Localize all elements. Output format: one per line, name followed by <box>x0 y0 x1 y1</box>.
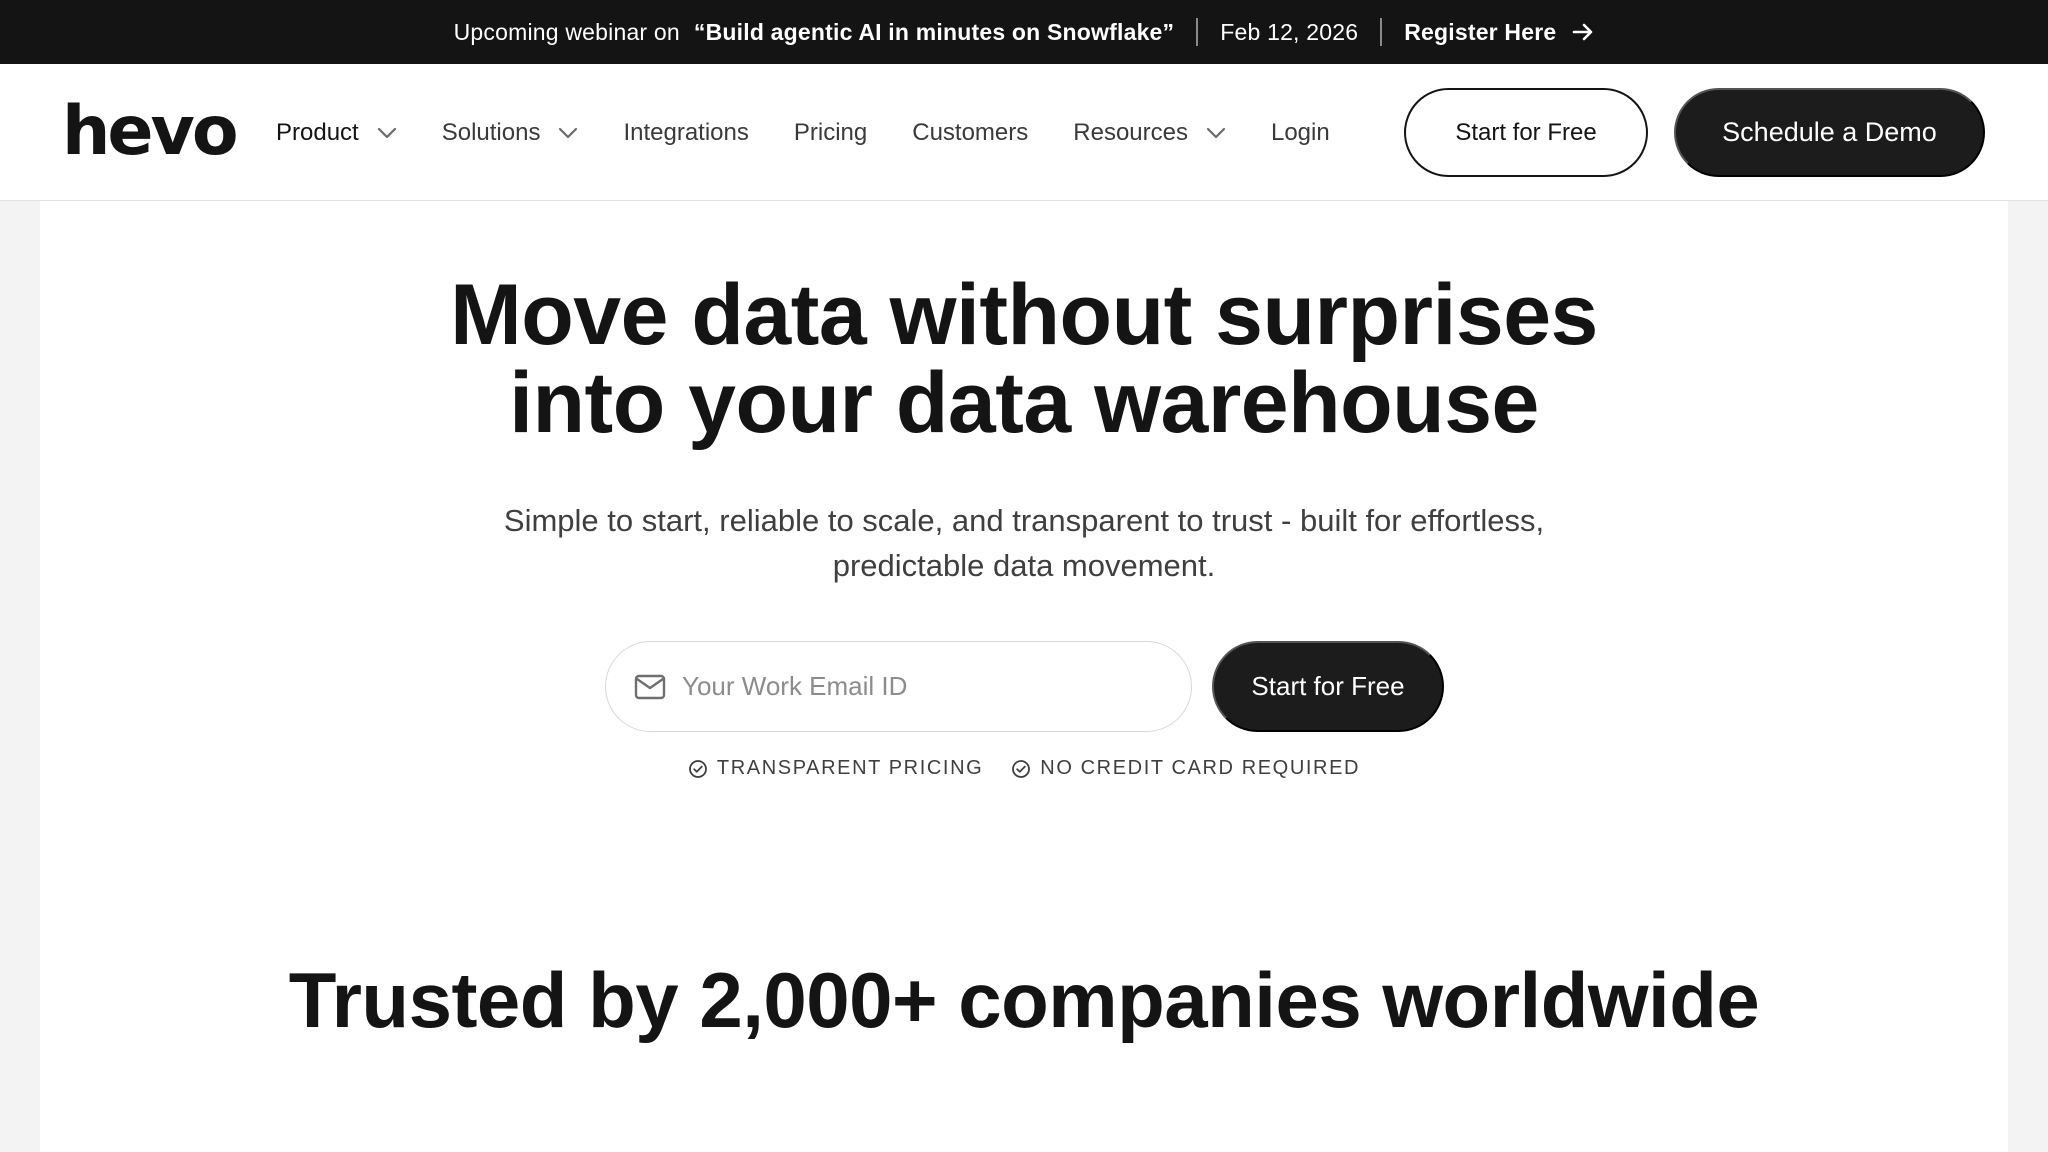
main-nav: Product Solutions Integrations Pricing C… <box>276 64 1375 201</box>
chevron-down-icon <box>558 127 578 139</box>
nav-item-label: Resources <box>1073 118 1188 146</box>
register-here-link[interactable]: Register Here <box>1404 19 1594 46</box>
announcement-bar: Upcoming webinar on “Build agentic AI in… <box>0 0 2048 64</box>
announcement-lead: Upcoming webinar on <box>453 18 680 45</box>
hero-title: Move data without surprises into your da… <box>40 271 2008 447</box>
nav-item-pricing[interactable]: Pricing <box>794 119 867 147</box>
announcement-webinar-title[interactable]: “Build agentic AI in minutes on Snowflak… <box>694 19 1174 46</box>
arrow-right-icon <box>1573 23 1593 41</box>
hevo-logo[interactable]: hevo <box>62 98 239 166</box>
mail-icon <box>634 674 666 700</box>
badge-label: TRANSPARENT PRICING <box>716 757 984 779</box>
hero-title-line-2: into your data warehouse <box>509 355 1539 451</box>
announcement-date: Feb 12, 2026 <box>1220 18 1359 45</box>
check-circle-icon <box>689 759 707 778</box>
divider <box>1380 18 1383 46</box>
chevron-down-icon <box>1206 127 1226 139</box>
work-email-input[interactable] <box>682 671 1162 702</box>
nav-item-login[interactable]: Login <box>1271 119 1330 147</box>
badge-transparent-pricing: TRANSPARENT PRICING <box>688 757 983 780</box>
nav-item-label: Solutions <box>441 118 541 146</box>
nav-item-label: Integrations <box>623 118 749 146</box>
nav-item-customers[interactable]: Customers <box>912 119 1028 147</box>
nav-item-label: Pricing <box>793 118 868 146</box>
header-start-free-button[interactable]: Start for Free <box>1404 88 1648 177</box>
nav-item-integrations[interactable]: Integrations <box>623 119 748 147</box>
nav-item-product[interactable]: Product <box>276 119 397 147</box>
nav-item-resources[interactable]: Resources <box>1073 119 1226 147</box>
hero-subtitle-line-2: predictable data movement. <box>832 548 1216 583</box>
check-circle-icon <box>1012 759 1031 778</box>
badge-no-credit-card: NO CREDIT CARD REQUIRED <box>1011 757 1360 780</box>
work-email-field[interactable] <box>605 641 1192 732</box>
nav-item-label: Login <box>1270 118 1330 146</box>
hero-subtitle: Simple to start, reliable to scale, and … <box>40 498 2008 588</box>
hero-subtitle-line-1: Simple to start, reliable to scale, and … <box>503 503 1545 538</box>
trusted-by-heading: Trusted by 2,000+ companies worldwide <box>288 956 1760 1044</box>
site-header: hevo Product Solutions Integrations Pric… <box>0 64 2048 201</box>
schedule-demo-button[interactable]: Schedule a Demo <box>1674 88 1985 177</box>
register-here-label: Register Here <box>1404 18 1557 45</box>
nav-item-solutions[interactable]: Solutions <box>442 119 579 147</box>
chevron-down-icon <box>377 127 397 139</box>
badge-label: NO CREDIT CARD REQUIRED <box>1040 757 1361 779</box>
nav-item-label: Customers <box>912 118 1029 146</box>
hero-title-line-1: Move data without surprises <box>450 267 1598 363</box>
hero-start-free-button[interactable]: Start for Free <box>1212 641 1444 732</box>
nav-item-label: Product <box>276 118 359 146</box>
divider <box>1196 18 1199 46</box>
hero-section: Move data without surprises into your da… <box>40 201 2008 1152</box>
trust-badges: TRANSPARENT PRICING NO CREDIT CARD REQUI… <box>40 757 2008 780</box>
